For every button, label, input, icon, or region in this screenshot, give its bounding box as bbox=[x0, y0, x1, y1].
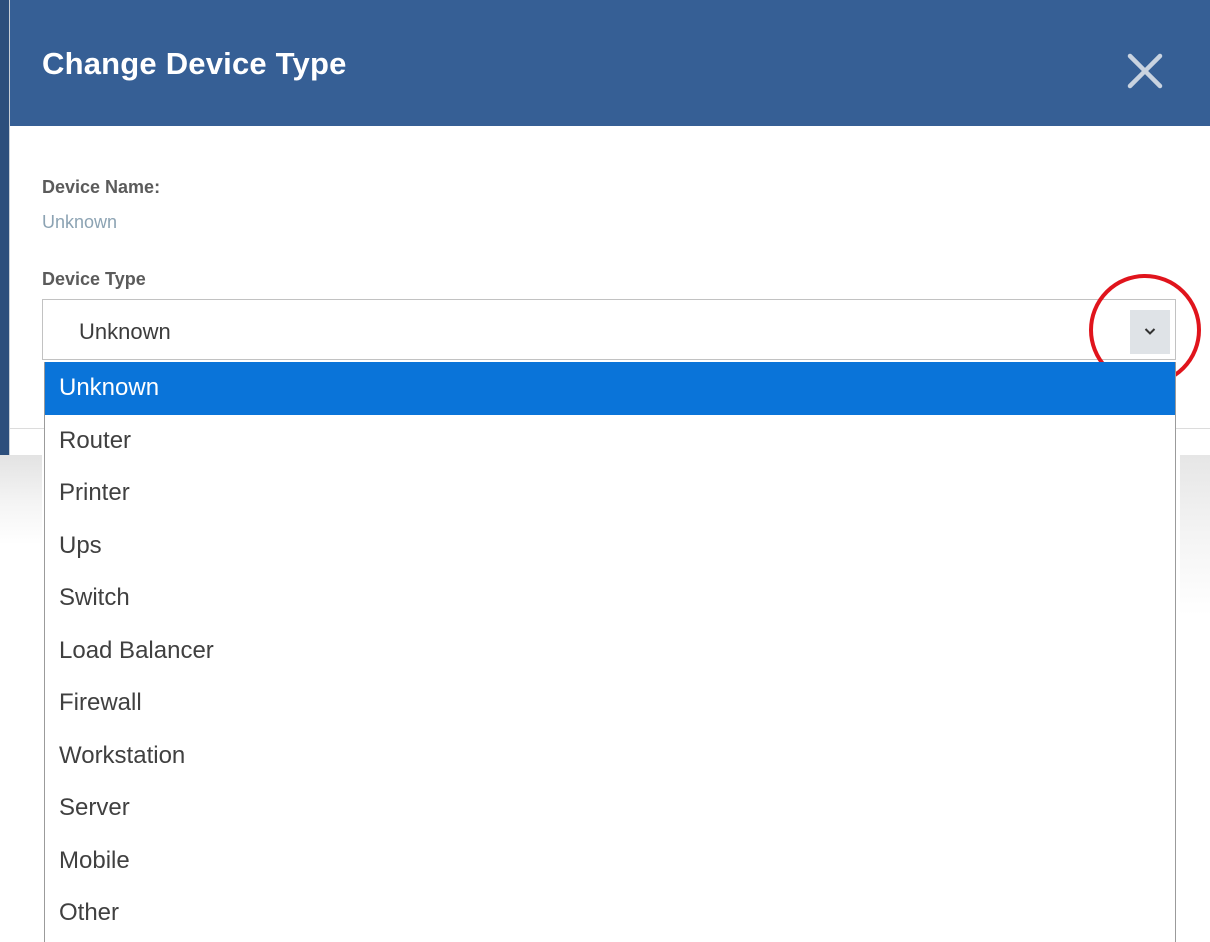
dropdown-option-server[interactable]: Server bbox=[45, 782, 1175, 835]
close-icon bbox=[1127, 53, 1163, 89]
device-name-label: Device Name: bbox=[42, 177, 161, 197]
close-button[interactable] bbox=[1118, 44, 1172, 98]
device-type-dropdown-list: Unknown Router Printer Ups Switch Load B… bbox=[44, 362, 1176, 942]
device-type-label: Device Type bbox=[42, 269, 146, 289]
dropdown-option-firewall[interactable]: Firewall bbox=[45, 677, 1175, 730]
dropdown-option-switch[interactable]: Switch bbox=[45, 572, 1175, 625]
dropdown-option-mobile[interactable]: Mobile bbox=[45, 835, 1175, 888]
device-name-value: Unknown bbox=[42, 212, 118, 232]
device-type-selected-value: Unknown bbox=[79, 319, 171, 344]
dropdown-option-printer[interactable]: Printer bbox=[45, 467, 1175, 520]
dropdown-option-ups[interactable]: Ups bbox=[45, 520, 1175, 573]
dialog-title: Change Device Type bbox=[42, 46, 347, 81]
modal-backdrop-left bbox=[0, 455, 42, 545]
dropdown-option-unknown[interactable]: Unknown bbox=[45, 362, 1175, 415]
dropdown-toggle-button[interactable] bbox=[1130, 310, 1170, 354]
page: Change Device Type Device Name: Unknown … bbox=[0, 0, 1210, 942]
dropdown-option-workstation[interactable]: Workstation bbox=[45, 730, 1175, 783]
dropdown-option-load-balancer[interactable]: Load Balancer bbox=[45, 625, 1175, 678]
dropdown-option-other[interactable]: Other bbox=[45, 887, 1175, 940]
chevron-down-icon bbox=[1144, 328, 1156, 335]
dialog-header: Change Device Type bbox=[10, 0, 1210, 126]
device-type-select[interactable]: Unknown bbox=[42, 299, 1176, 360]
dropdown-option-router[interactable]: Router bbox=[45, 415, 1175, 468]
dialog-left-edge bbox=[0, 0, 9, 455]
modal-backdrop bbox=[1180, 455, 1210, 942]
